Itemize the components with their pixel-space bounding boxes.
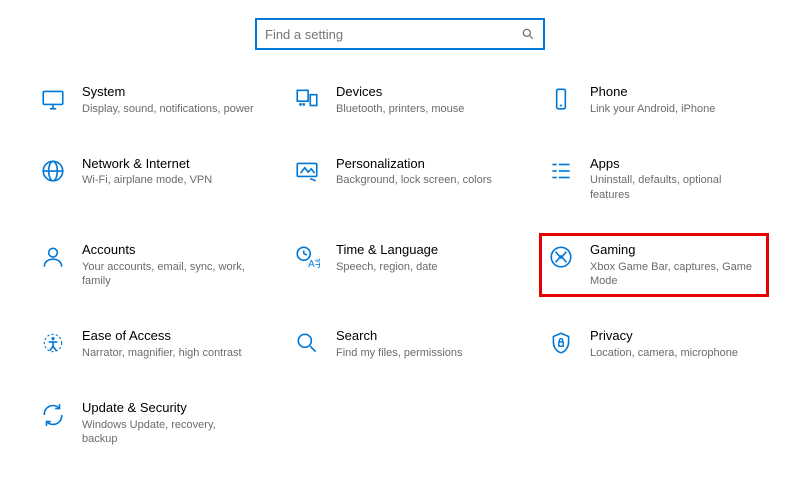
categories-grid: System Display, sound, notifications, pow… <box>0 78 800 452</box>
category-text: System Display, sound, notifications, pow… <box>82 84 254 116</box>
category-text: PersonalizationBackground, lock screen, … <box>336 156 508 188</box>
category-description: Uninstall, defaults, optional features <box>590 173 762 202</box>
category-description: Speech, region, date <box>336 260 508 274</box>
category-description: Windows Update, recovery, backup <box>82 418 254 447</box>
privacy-icon <box>546 328 576 358</box>
search-input[interactable] <box>265 27 521 42</box>
search-icon <box>521 27 535 41</box>
category-title: Gaming <box>590 242 762 258</box>
category-text: Phone Link your Android, iPhone <box>590 84 762 116</box>
gaming-icon <box>546 242 576 272</box>
category-description: Wi-Fi, airplane mode, VPN <box>82 173 254 187</box>
category-title: Time & Language <box>336 242 508 258</box>
category-network-internet[interactable]: Network & InternetWi-Fi, airplane mode, … <box>34 150 258 208</box>
system-icon <box>38 84 68 114</box>
time-icon <box>292 242 322 272</box>
search-box[interactable] <box>255 18 545 50</box>
category-text: Gaming Xbox Game Bar, captures, Game Mode <box>590 242 762 288</box>
category-title: Update & Security <box>82 400 254 416</box>
category-title: System <box>82 84 254 100</box>
category-privacy[interactable]: Privacy Location, camera, microphone <box>542 322 766 366</box>
category-personalization[interactable]: PersonalizationBackground, lock screen, … <box>288 150 512 208</box>
category-text: Network & InternetWi-Fi, airplane mode, … <box>82 156 254 188</box>
network-icon <box>38 156 68 186</box>
category-title: Search <box>336 328 508 344</box>
ease-icon <box>38 328 68 358</box>
category-description: Your accounts, email, sync, work, family <box>82 260 254 289</box>
category-text: Accounts Your accounts, email, sync, work… <box>82 242 254 288</box>
category-devices[interactable]: Devices Bluetooth, printers, mouse <box>288 78 512 122</box>
category-text: Privacy Location, camera, microphone <box>590 328 762 360</box>
category-time-language[interactable]: Time & Language Speech, region, date <box>288 236 512 294</box>
category-system[interactable]: System Display, sound, notifications, pow… <box>34 78 258 122</box>
category-accounts[interactable]: Accounts Your accounts, email, sync, work… <box>34 236 258 294</box>
category-text: Search Find my files, permissions <box>336 328 508 360</box>
category-description: Location, camera, microphone <box>590 346 762 360</box>
category-title: Devices <box>336 84 508 100</box>
category-text: Devices Bluetooth, printers, mouse <box>336 84 508 116</box>
search-icon <box>292 328 322 358</box>
category-ease-of-access[interactable]: Ease of Access Narrator, magnifier, high … <box>34 322 258 366</box>
category-gaming[interactable]: Gaming Xbox Game Bar, captures, Game Mode <box>539 233 769 297</box>
category-title: Apps <box>590 156 762 172</box>
apps-icon <box>546 156 576 186</box>
devices-icon <box>292 84 322 114</box>
category-title: Accounts <box>82 242 254 258</box>
category-title: Personalization <box>336 156 508 172</box>
category-update-security[interactable]: Update & Security Windows Update, recover… <box>34 394 258 452</box>
personalization-icon <box>292 156 322 186</box>
update-icon <box>38 400 68 430</box>
category-search[interactable]: Search Find my files, permissions <box>288 322 512 366</box>
category-text: Time & Language Speech, region, date <box>336 242 508 274</box>
category-title: Ease of Access <box>82 328 254 344</box>
category-text: Update & Security Windows Update, recover… <box>82 400 254 446</box>
category-description: Link your Android, iPhone <box>590 102 762 116</box>
accounts-icon <box>38 242 68 272</box>
phone-icon <box>546 84 576 114</box>
category-description: Find my files, permissions <box>336 346 508 360</box>
search-container <box>0 0 800 78</box>
category-description: Bluetooth, printers, mouse <box>336 102 508 116</box>
category-title: Phone <box>590 84 762 100</box>
category-text: AppsUninstall, defaults, optional featur… <box>590 156 762 202</box>
category-phone[interactable]: Phone Link your Android, iPhone <box>542 78 766 122</box>
category-apps[interactable]: AppsUninstall, defaults, optional featur… <box>542 150 766 208</box>
category-description: Narrator, magnifier, high contrast <box>82 346 254 360</box>
category-text: Ease of Access Narrator, magnifier, high … <box>82 328 254 360</box>
category-title: Network & Internet <box>82 156 254 172</box>
category-description: Background, lock screen, colors <box>336 173 508 187</box>
category-description: Xbox Game Bar, captures, Game Mode <box>590 260 762 289</box>
category-title: Privacy <box>590 328 762 344</box>
category-description: Display, sound, notifications, power <box>82 102 254 116</box>
